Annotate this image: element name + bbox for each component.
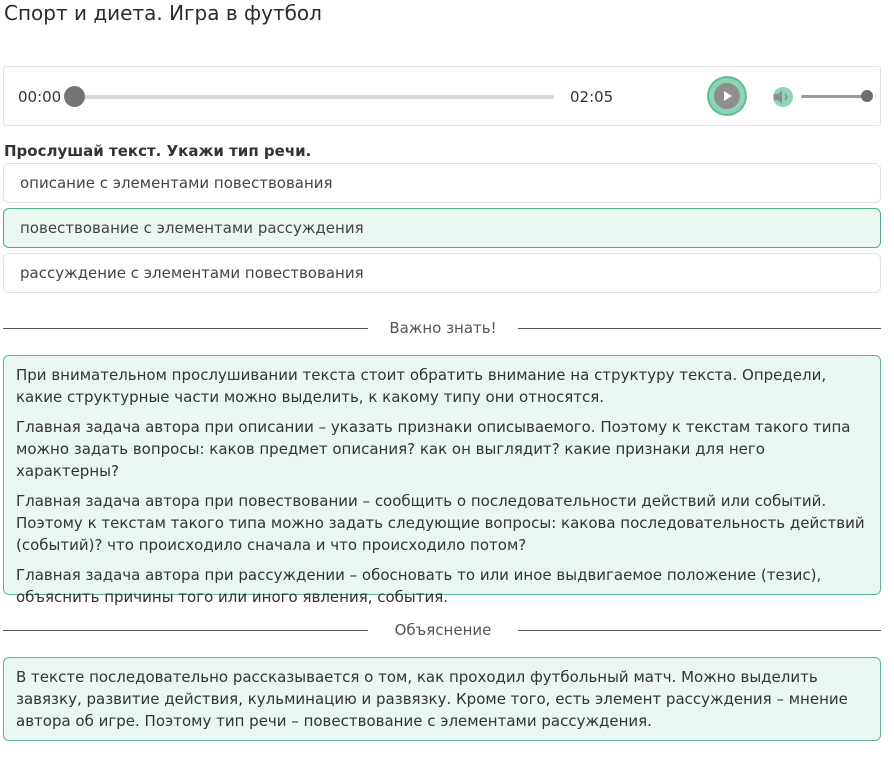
answer-option[interactable]: рассуждение с элементами повествования — [3, 253, 881, 293]
progress-thumb[interactable] — [64, 86, 85, 107]
important-paragraph: При внимательном прослушивании текста ст… — [16, 366, 827, 406]
answer-option[interactable]: описание с элементами повествования — [3, 163, 881, 203]
explanation-text: В тексте последовательно рассказывается … — [16, 668, 848, 730]
audio-player: 00:00 02:05 — [3, 66, 881, 126]
current-time: 00:00 — [18, 88, 62, 106]
speaker-icon[interactable] — [770, 85, 794, 109]
divider-line-right — [518, 328, 881, 329]
volume-thumb[interactable] — [861, 90, 873, 102]
explanation-heading: Объяснение — [394, 621, 492, 639]
important-paragraph: Главная задача автора при рассуждении – … — [16, 566, 822, 606]
play-button[interactable] — [709, 78, 745, 114]
divider-line-right — [518, 630, 881, 631]
page-title: Спорт и диета. Игра в футбол — [4, 1, 322, 25]
explanation-box: В тексте последовательно рассказывается … — [3, 657, 881, 741]
important-paragraph: Главная задача автора при повествовании … — [16, 492, 865, 554]
important-heading: Важно знать! — [389, 319, 497, 337]
question-text: Прослушай текст. Укажи тип речи. — [4, 142, 312, 160]
play-icon — [724, 91, 732, 101]
divider-line-left — [3, 328, 368, 329]
total-time: 02:05 — [570, 88, 614, 106]
play-button-inner — [714, 83, 740, 109]
explanation-divider: Объяснение — [3, 620, 881, 640]
important-paragraph: Главная задача автора при описании – ука… — [16, 418, 851, 480]
answer-option-selected[interactable]: повествование с элементами рассуждения — [3, 208, 881, 248]
divider-line-left — [3, 630, 368, 631]
important-box: При внимательном прослушивании текста ст… — [3, 355, 881, 606]
important-divider: Важно знать! — [3, 318, 881, 338]
volume-track[interactable] — [801, 95, 867, 98]
progress-track[interactable] — [74, 95, 554, 99]
